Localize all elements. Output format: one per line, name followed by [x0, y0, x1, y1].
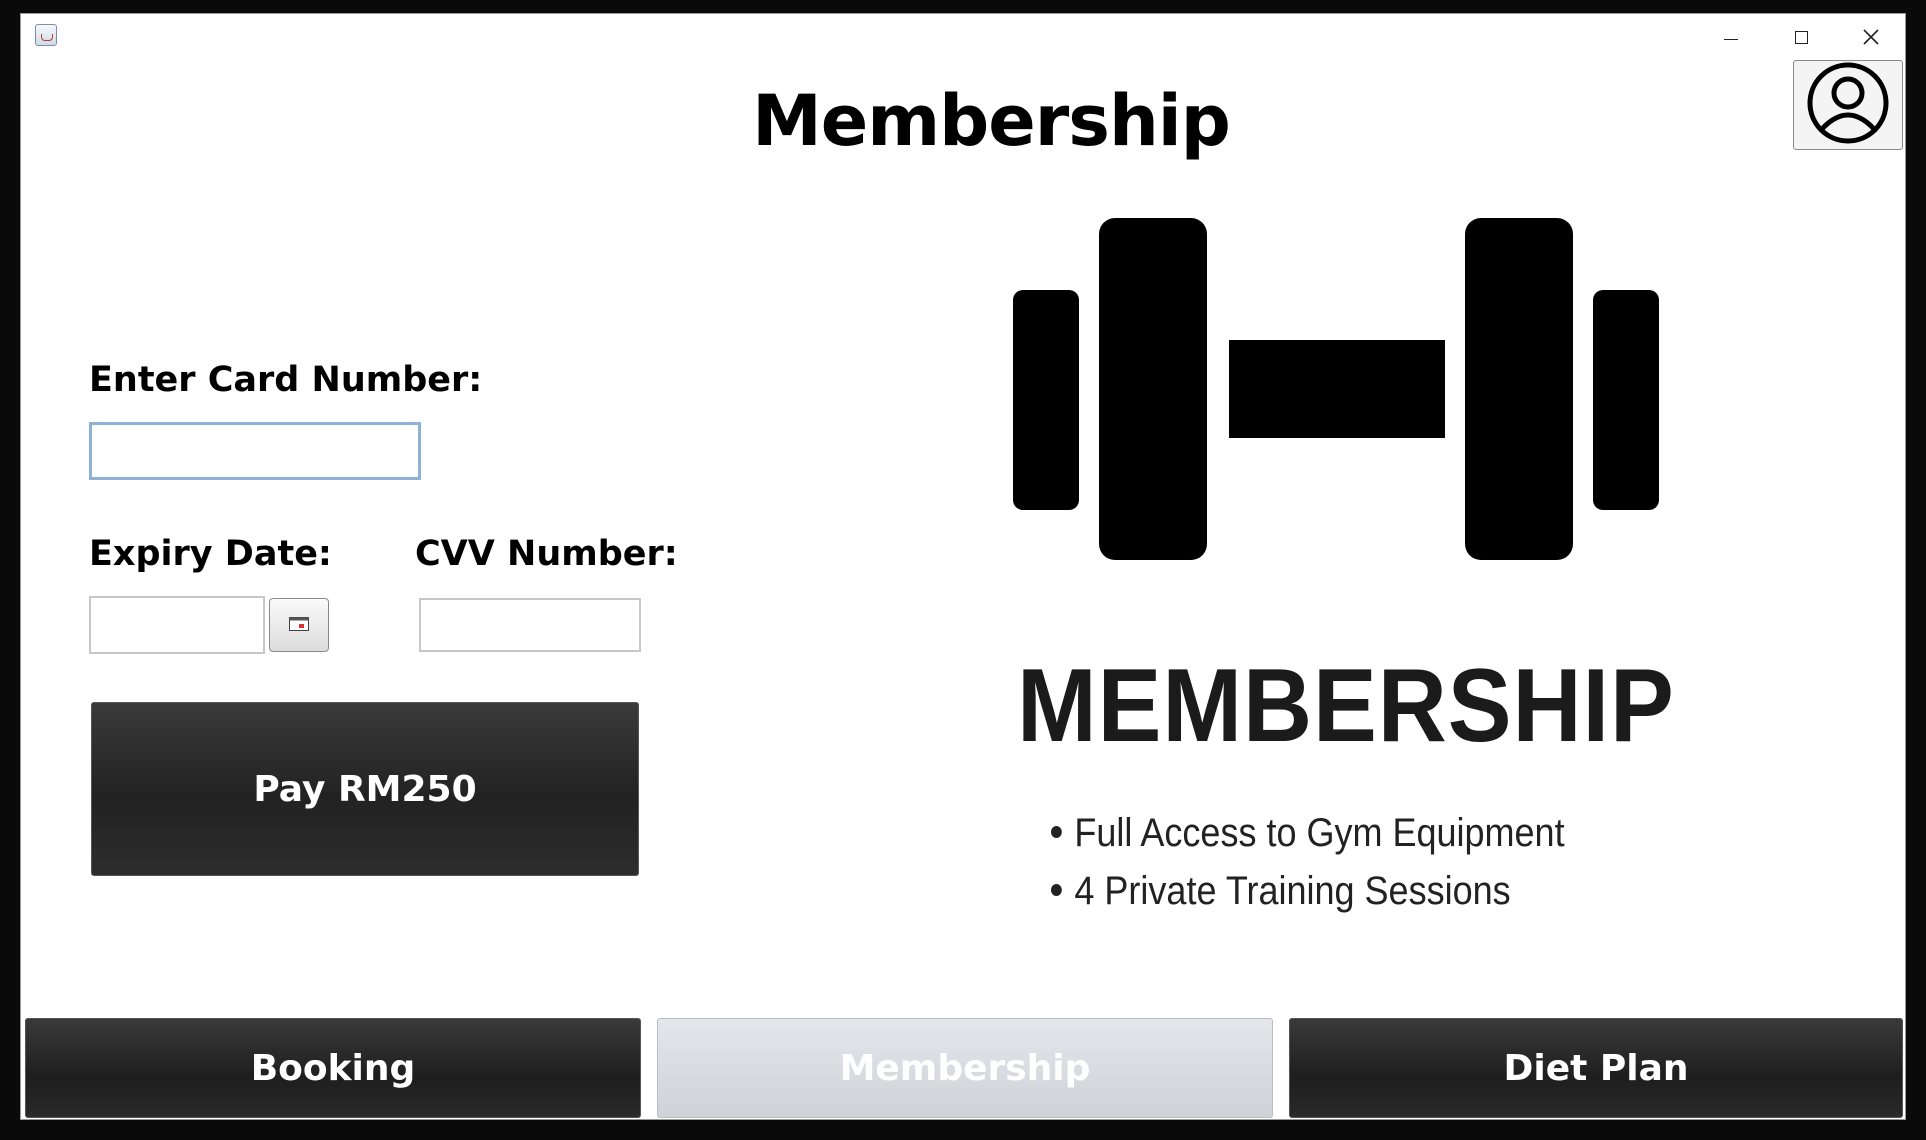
expiry-date-label: Expiry Date: [89, 534, 332, 574]
maximize-icon[interactable] [1771, 20, 1831, 54]
bullet-icon [1051, 826, 1062, 839]
app-window: Membership Enter Card Number: Expiry Dat… [20, 13, 1906, 1120]
user-profile-icon [1800, 61, 1896, 149]
tab-booking[interactable]: Booking [25, 1018, 641, 1118]
benefit-text: Full Access to Gym Equipment [1074, 811, 1565, 855]
calendar-icon [289, 616, 309, 635]
tab-diet-plan[interactable]: Diet Plan [1289, 1018, 1903, 1118]
minimize-icon[interactable] [1701, 20, 1761, 54]
benefit-item: Full Access to Gym Equipment [1051, 804, 1565, 862]
bullet-icon [1051, 884, 1062, 897]
benefit-text: 4 Private Training Sessions [1074, 869, 1511, 913]
java-app-icon [35, 24, 57, 46]
close-icon[interactable] [1841, 20, 1901, 54]
page-title: Membership [752, 80, 1231, 162]
expiry-date-input[interactable] [89, 596, 265, 654]
calendar-picker-button[interactable] [269, 598, 329, 652]
cvv-number-label: CVV Number: [415, 534, 678, 574]
membership-heading: MEMBERSHIP [1017, 648, 1675, 764]
card-number-label: Enter Card Number: [89, 360, 483, 400]
profile-button[interactable] [1793, 60, 1903, 150]
benefit-item: 4 Private Training Sessions [1051, 862, 1565, 920]
tab-membership[interactable]: Membership [657, 1018, 1273, 1118]
card-number-input[interactable] [89, 422, 421, 480]
dumbbell-icon [1013, 218, 1663, 568]
pay-button[interactable]: Pay RM250 [91, 702, 639, 876]
cvv-number-input[interactable] [419, 598, 641, 652]
benefits-list: Full Access to Gym Equipment 4 Private T… [1051, 804, 1622, 920]
